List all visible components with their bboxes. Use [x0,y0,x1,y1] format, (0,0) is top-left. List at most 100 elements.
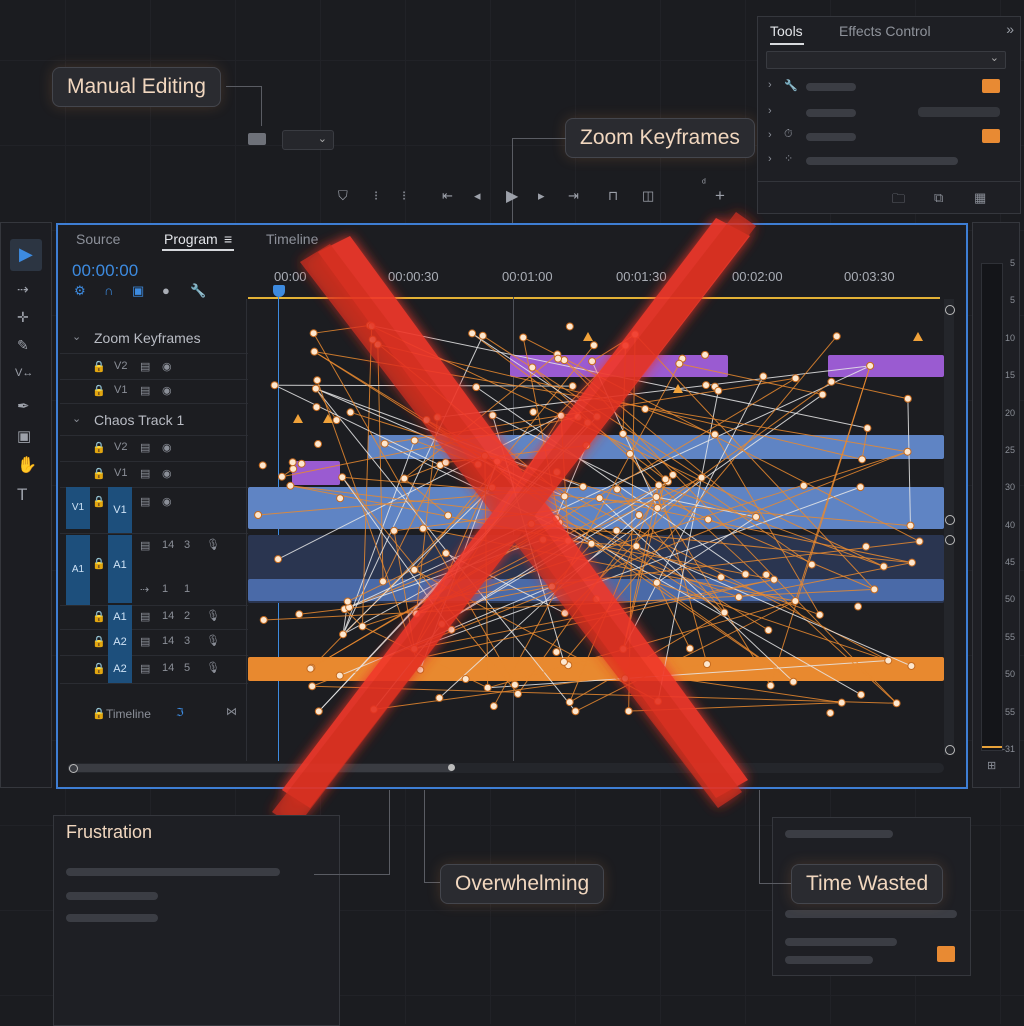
meter-settings-icon[interactable]: ⊞ [987,759,996,772]
ripple-edit-icon[interactable]: ✛ [17,309,29,326]
keyframe-dot[interactable] [704,515,713,524]
keyframe-dot[interactable] [579,482,588,491]
keyframe-dot[interactable] [480,451,489,460]
keyframe-dot[interactable] [697,473,706,482]
effects-dropdown[interactable]: ⌄ [766,51,1006,69]
keyframe-dot[interactable] [441,549,450,558]
pen-icon[interactable]: ✒ [17,397,30,415]
keyframe-dot[interactable] [560,492,569,501]
keyframe-dot[interactable] [858,455,867,464]
track-select-icon[interactable]: ⇢ [17,281,29,298]
keyframe-dot[interactable] [510,680,519,689]
in-point-icon[interactable]: ⁝ [374,188,378,204]
keyframe-dot[interactable] [468,329,477,338]
keyframe-dot[interactable] [335,671,344,680]
keyframe-dot[interactable] [654,697,663,706]
keyframe-dot[interactable] [668,470,677,479]
keyframe-triangle[interactable] [583,332,593,341]
keyframe-dot[interactable] [288,458,297,467]
keyframe-dot[interactable] [433,413,442,422]
keyframe-dot[interactable] [310,347,319,356]
keyframe-dot[interactable] [632,542,641,551]
keyframe-dot[interactable] [717,573,726,582]
grid-icon[interactable]: ▦ [974,190,986,206]
keyframe-dot[interactable] [254,510,263,519]
hand-icon[interactable]: ✋ [17,455,37,475]
keyframe-dot[interactable] [652,578,661,587]
keyframe-dot[interactable] [346,408,355,417]
keyframe-dot[interactable] [631,330,640,339]
effect-row[interactable]: › 🔧 [758,75,1020,99]
keyframe-dot[interactable] [770,575,779,584]
keyframe-dot[interactable] [369,705,378,714]
keyframe-dot[interactable] [862,542,871,551]
keyframe-dot[interactable] [358,622,367,631]
keyframe-dot[interactable] [380,439,389,448]
keyframe-dot[interactable] [435,694,444,703]
keyframe-dot[interactable] [685,644,694,653]
scroll-handle-right[interactable] [448,764,455,771]
keyframe-dot[interactable] [799,481,808,490]
marker-icon[interactable]: ⛉ [338,188,348,204]
keyframe-dot[interactable] [552,468,561,477]
keyframe-triangle[interactable] [293,414,303,423]
keyframe-dot[interactable] [759,372,768,381]
keyframe-dot[interactable] [447,625,456,634]
keyframe-dot[interactable] [571,707,580,716]
type-tool-icon[interactable]: T [17,485,27,505]
keyframe-dot[interactable] [390,526,399,535]
keyframe-dot[interactable] [710,430,719,439]
step-back-icon[interactable]: ◂ [474,188,481,204]
keyframe-dot[interactable] [915,537,924,546]
keyframe-triangle[interactable] [913,332,923,341]
go-to-in-icon[interactable]: ⇤ [442,188,453,204]
double-chevron-right-icon[interactable]: » [1006,21,1014,37]
keyframe-dot[interactable] [368,335,377,344]
keyframe-dot[interactable] [714,386,723,395]
keyframe-dot[interactable] [892,699,901,708]
keyframe-dot[interactable] [791,374,800,383]
keyframe-dot[interactable] [478,331,487,340]
scroll-handle-left[interactable] [69,764,78,773]
keyframe-dot[interactable] [791,597,800,606]
keyframe-dot[interactable] [624,707,633,716]
keyframe-dot[interactable] [583,418,592,427]
keyframe-dot[interactable] [613,485,622,494]
keyframe-dot[interactable] [422,416,431,425]
keyframe-dot[interactable] [907,558,916,567]
keyframe-dot[interactable] [807,560,816,569]
effect-row[interactable]: › ⁘ [758,149,1020,173]
keyframe-dot[interactable] [309,329,318,338]
keyframe-dot[interactable] [857,690,866,699]
keyframe-dot[interactable] [766,681,775,690]
go-to-out-icon[interactable]: ⇥ [568,188,579,204]
keyframe-dot[interactable] [472,383,481,392]
keyframe-dot[interactable] [789,677,798,686]
keyframe-dot[interactable] [489,702,498,711]
keyframe-dot[interactable] [612,526,621,535]
play-icon[interactable]: ▶ [506,186,518,206]
keyframe-dot[interactable] [444,511,453,520]
dropdown-select[interactable]: ⌄ [282,130,334,150]
keyframe-dot[interactable] [641,405,650,414]
keyframe-dot[interactable] [437,619,446,628]
keyframe-dot[interactable] [519,333,528,342]
keyframe-dot[interactable] [652,493,661,502]
keyframe-dot[interactable] [653,503,662,512]
keyframe-dot[interactable] [528,363,537,372]
keyframe-dot[interactable] [702,381,711,390]
keyframe-dot[interactable] [752,512,761,521]
keyframe-dot[interactable] [277,472,286,481]
razor-icon[interactable]: ✎ [17,337,29,354]
keyframe-dot[interactable] [274,555,283,564]
keyframe-dot[interactable] [866,361,875,370]
keyframe-dot[interactable] [564,536,573,545]
keyframe-dot[interactable] [527,519,536,528]
add-button-icon[interactable]: + [715,186,725,206]
keyframe-dot[interactable] [339,630,348,639]
keyframe-dot[interactable] [529,408,538,417]
keyframe-dot[interactable] [419,524,428,533]
keyframe-dot[interactable] [635,511,644,520]
settings-small-icon[interactable]: ᵈ [702,178,706,189]
keyframe-dot[interactable] [554,354,563,363]
